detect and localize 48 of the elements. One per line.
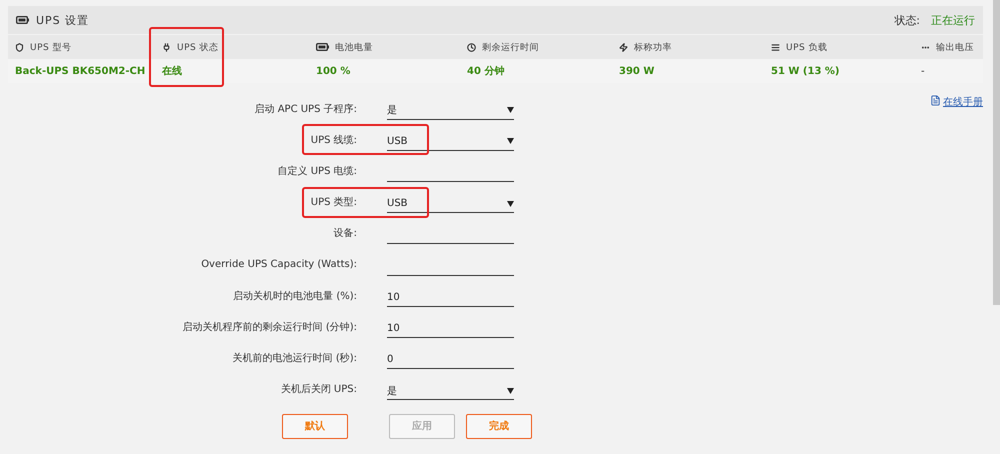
field-label: 启动关机程序前的剩余运行时间 (分钟):: [182, 320, 357, 334]
select-field[interactable]: 是: [387, 98, 514, 120]
caret-icon: [507, 388, 514, 394]
table-cell-text: -: [920, 64, 926, 78]
select-field[interactable]: USB: [387, 128, 514, 151]
shield-icon: [15, 42, 24, 52]
table-cell-text: 100 %: [315, 64, 352, 78]
field-label: UPS 线缆:: [310, 134, 357, 147]
select-field[interactable]: USB: [387, 191, 514, 214]
manual-link[interactable]: 在线手册: [930, 95, 983, 109]
column-label: 输出电压: [936, 42, 974, 54]
scrollbar[interactable]: [993, 0, 1000, 305]
table-cell-text: 51 W (13 %): [770, 64, 840, 78]
clock-icon: [467, 42, 476, 52]
field-label: Override UPS Capacity (Watts):: [200, 259, 357, 270]
column-label: 剩余运行时间: [482, 42, 539, 54]
column-label: 标称功率: [634, 42, 672, 54]
field-label: UPS 类型:: [310, 196, 357, 210]
caret-icon: [507, 138, 514, 144]
plug-icon: [162, 42, 171, 52]
table-cell-text: 40 分钟: [466, 64, 506, 79]
battery-icon: [316, 43, 329, 51]
field-label: 关机前的电池运行时间 (秒):: [232, 352, 357, 366]
column-label: UPS 状态: [177, 42, 219, 54]
field-label: 关机后关闭 UPS:: [280, 382, 357, 396]
table-cell-text: 390 W: [618, 64, 656, 78]
bolt-icon: [619, 42, 628, 52]
caret-icon: [507, 107, 514, 114]
battery-icon: [16, 16, 29, 24]
column-label: UPS 负载: [786, 42, 828, 54]
caret-icon: [507, 200, 514, 207]
column-label: UPS 型号: [30, 42, 72, 54]
panel-title: UPS 设置: [36, 12, 90, 28]
field-label: 启动 APC UPS 子程序:: [254, 102, 357, 116]
column-label: 电池电量: [335, 42, 373, 54]
field-label: 设备:: [332, 227, 357, 240]
status-value: 正在运行: [931, 12, 975, 28]
field-label: 自定义 UPS 电缆:: [276, 164, 357, 178]
lines-icon: [771, 42, 780, 52]
document-icon: [930, 95, 941, 106]
select-field[interactable]: 是: [387, 378, 514, 400]
input-field[interactable]: 10: [387, 284, 514, 307]
status-label: 状态:: [894, 12, 920, 28]
input-field[interactable]: 10: [387, 316, 514, 338]
field-label: 启动关机时的电池电量 (%):: [232, 290, 357, 303]
table-cell-text: 在线: [160, 64, 183, 79]
input-field[interactable]: 0: [387, 347, 514, 370]
table-cell-text: Back-UPS BK650M2-CH: [14, 64, 146, 78]
